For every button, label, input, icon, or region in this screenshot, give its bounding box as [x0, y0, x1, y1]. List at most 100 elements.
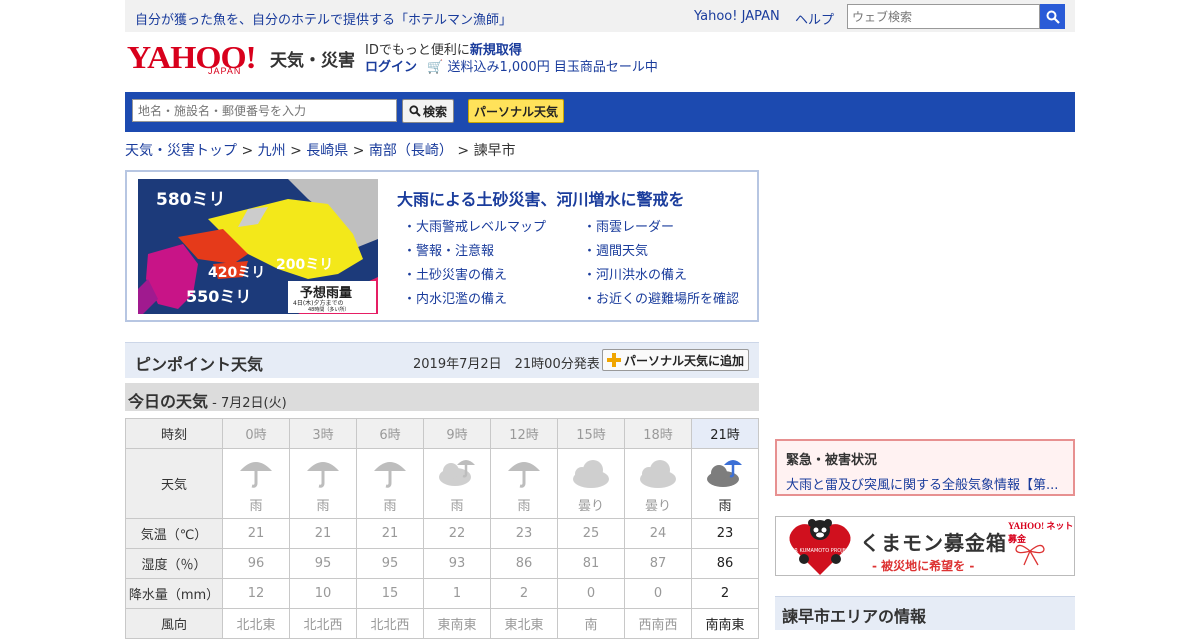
help-link[interactable]: ヘルプ — [795, 9, 834, 28]
hour-cell: 6時 — [356, 418, 424, 449]
banner-title[interactable]: 大雨による土砂災害、河川増水に警戒を — [397, 186, 685, 210]
row-label-precipitation: 降水量（mm） — [125, 578, 223, 609]
row-label-temperature: 気温（℃） — [125, 518, 223, 549]
pinpoint-header: ピンポイント天気 2019年7月2日 21時00分発表 パーソナル天気に追加 — [125, 342, 759, 378]
ribbon-icon — [1015, 544, 1045, 566]
id-area: IDでもっと便利に新規取得 ログイン 🛒 送料込み1,000円 目玉商品セール中 — [365, 42, 658, 76]
wind-cell: 南 — [557, 608, 625, 639]
humidity-cell: 95 — [356, 548, 424, 579]
wind-cell: 東北東 — [490, 608, 558, 639]
temp-cell: 25 — [557, 518, 625, 549]
plus-icon — [606, 353, 621, 367]
kumamon-subtitle: - 被災地に希望を - — [872, 559, 975, 573]
yahoo-japan-link[interactable]: Yahoo! JAPAN — [694, 9, 780, 24]
rainfall-forecast-map[interactable]: 580ミリ 420ミリ 550ミリ 200ミリ 予想雨量 4日(木)夕方までの … — [138, 179, 378, 314]
link-evacuation-sites[interactable]: お近くの避難場所を確認 — [596, 292, 739, 307]
emergency-box: 緊急・被害状況 大雨と雷及び突風に関する全般気象情報【第... — [775, 439, 1075, 496]
weather-cell: 曇り — [624, 448, 692, 519]
pinpoint-title: ピンポイント天気 — [135, 355, 264, 374]
location-search-input[interactable] — [132, 99, 397, 122]
map-label-420: 420ミリ — [208, 265, 265, 281]
link-heavy-rain-level-map[interactable]: 大雨警戒レベルマップ — [416, 220, 546, 235]
sale-link[interactable]: 送料込み1,000円 目玉商品セール中 — [447, 60, 657, 75]
humidity-cell: 81 — [557, 548, 625, 579]
table-row-wind: 風向 北北東 北北西 北北西 東南東 東北東 南 西南西 南南東 — [125, 608, 759, 639]
umbrella-icon — [508, 462, 540, 488]
breadcrumb: 天気・災害トップ > 九州 > 長崎県 > 南部（長崎） > 諫早市 — [125, 143, 516, 159]
pinpoint-issued: 2019年7月2日 21時00分発表 — [413, 357, 600, 372]
hour-cell: 12時 — [490, 418, 558, 449]
humidity-cell: 95 — [289, 548, 357, 579]
link-inland-flood-prep[interactable]: 内水氾濫の備え — [416, 292, 507, 307]
temp-cell: 24 — [624, 518, 692, 549]
map-label-580: 580ミリ — [156, 190, 226, 210]
cloud-icon — [640, 460, 676, 488]
precip-cell-current: 2 — [691, 578, 759, 609]
hour-cell: 0時 — [222, 418, 290, 449]
row-label-wind: 風向 — [125, 608, 223, 639]
table-row-temperature: 気温（℃） 21 21 21 22 23 25 24 23 — [125, 518, 759, 549]
web-search-button[interactable] — [1040, 4, 1065, 29]
precip-cell: 10 — [289, 578, 357, 609]
breadcrumb-nagasaki[interactable]: 長崎県 — [306, 143, 348, 159]
kumamon-donation-banner[interactable]: FOR KUMAMOTO PROJECT くまモン募金箱 - 被災地に希望を -… — [775, 516, 1075, 576]
weather-cell: 曇り — [557, 448, 625, 519]
location-search-button[interactable]: 検索 — [402, 99, 454, 123]
kumamon-title: くまモン募金箱 — [860, 531, 1007, 555]
precip-cell: 2 — [490, 578, 558, 609]
heavy-rain-banner: 580ミリ 420ミリ 550ミリ 200ミリ 予想雨量 4日(木)夕方までの … — [125, 170, 759, 322]
map-label-48h: 48時間（多い所） — [308, 306, 349, 313]
kumamon-icon: FOR KUMAMOTO PROJECT — [788, 519, 853, 575]
temp-cell-current: 23 — [691, 518, 759, 549]
breadcrumb-kyushu[interactable]: 九州 — [258, 143, 286, 159]
map-label-forecast: 予想雨量 — [300, 285, 352, 301]
temp-cell: 21 — [289, 518, 357, 549]
web-search-input[interactable] — [847, 4, 1040, 29]
temp-cell: 21 — [222, 518, 290, 549]
emergency-link[interactable]: 大雨と雷及び突風に関する全般気象情報【第... — [786, 474, 1064, 493]
id-promo-text: IDでもっと便利に — [365, 43, 470, 58]
hour-cell: 18時 — [624, 418, 692, 449]
today-date: - 7月2日(火) — [208, 396, 287, 411]
wind-cell: 北北西 — [356, 608, 424, 639]
link-river-flood-prep[interactable]: 河川洪水の備え — [596, 268, 687, 283]
add-personal-weather-button[interactable]: パーソナル天気に追加 — [602, 349, 749, 371]
umbrella-icon — [374, 462, 406, 488]
breadcrumb-top[interactable]: 天気・災害トップ — [125, 143, 237, 159]
today-title: 今日の天気 — [128, 392, 209, 411]
breadcrumb-south[interactable]: 南部（長崎） — [369, 143, 453, 159]
precip-cell: 15 — [356, 578, 424, 609]
weather-cell: 雨 — [490, 448, 558, 519]
personal-weather-button[interactable]: パーソナル天気 — [468, 99, 564, 123]
table-row-humidity: 湿度（％） 96 95 95 93 86 81 87 86 — [125, 548, 759, 579]
hourly-forecast-table: 時刻 0時 3時 6時 9時 12時 15時 18時 21時 天気 雨 雨 雨 … — [125, 418, 759, 639]
link-warnings[interactable]: 警報・注意報 — [416, 244, 494, 259]
weather-cell: 雨 — [423, 448, 491, 519]
table-row-weather: 天気 雨 雨 雨 雨 雨 曇り 曇り 雨 — [125, 448, 759, 519]
table-row-precipitation: 降水量（mm） 12 10 15 1 2 0 0 2 — [125, 578, 759, 609]
wind-cell-current: 南南東 — [691, 608, 759, 639]
map-label-200: 200ミリ — [276, 257, 333, 273]
link-landslide-prep[interactable]: 土砂災害の備え — [416, 268, 507, 283]
precip-cell: 1 — [423, 578, 491, 609]
promo-link[interactable]: 自分が獲った魚を、自分のホテルで提供する「ホテルマン漁師」 — [135, 9, 512, 28]
yahoo-weather-logo[interactable]: YAHOO! JAPAN 天気・災害 — [127, 41, 355, 76]
weather-cell: 雨 — [356, 448, 424, 519]
link-weekly-weather[interactable]: 週間天気 — [596, 244, 648, 259]
umbrella-icon — [307, 462, 339, 488]
weather-cell: 雨 — [222, 448, 290, 519]
weather-cell-current: 雨 — [691, 448, 759, 519]
emergency-title: 緊急・被害状況 — [786, 453, 878, 468]
umbrella-icon — [240, 462, 272, 488]
precip-cell: 0 — [557, 578, 625, 609]
banner-links-left: 大雨警戒レベルマップ 警報・注意報 土砂災害の備え 内水氾濫の備え — [403, 216, 546, 312]
temp-cell: 21 — [356, 518, 424, 549]
login-link[interactable]: ログイン — [365, 60, 417, 75]
humidity-cell-current: 86 — [691, 548, 759, 579]
register-link[interactable]: 新規取得 — [470, 43, 522, 58]
temp-cell: 23 — [490, 518, 558, 549]
link-rain-radar[interactable]: 雨雲レーダー — [596, 220, 674, 235]
row-label-humidity: 湿度（％） — [125, 548, 223, 579]
precip-cell: 12 — [222, 578, 290, 609]
map-label-550: 550ミリ — [186, 287, 251, 306]
